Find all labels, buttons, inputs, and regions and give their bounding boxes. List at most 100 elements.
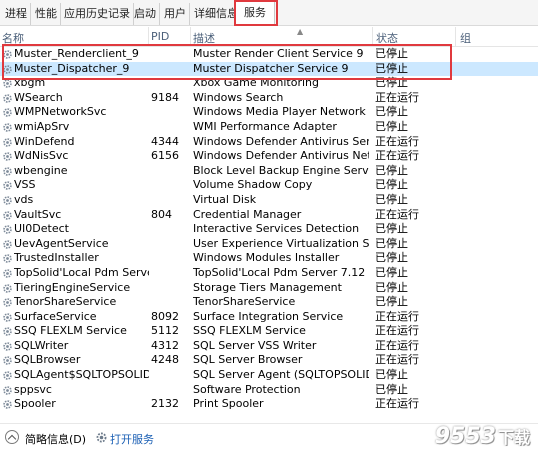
service-status: 已停止 xyxy=(375,61,408,75)
service-description: TopSolid'Local Pdm Server 7.12 xyxy=(193,265,366,279)
gear-icon xyxy=(3,298,12,307)
table-row[interactable]: Spooler 2132 Print Spooler 正在运行 xyxy=(0,397,538,412)
brief-details-button[interactable]: 简略信息(D) xyxy=(25,431,86,447)
service-status: 正在运行 xyxy=(375,149,419,163)
table-row[interactable]: TieringEngineService Storage Tiers Manage… xyxy=(0,281,538,296)
table-row[interactable]: wbengine Block Level Backup Engine Servic… xyxy=(0,164,538,179)
table-row[interactable]: SQLAgent$SQLTOPSOLID SQL Server Agent (SQ… xyxy=(0,368,538,383)
service-name: wbengine xyxy=(14,163,68,177)
service-description: Virtual Disk xyxy=(193,192,257,206)
column-divider[interactable] xyxy=(372,27,373,47)
table-row[interactable]: TopSolid'Local Pdm Serve... TopSolid'Loca… xyxy=(0,266,538,281)
gear-icon xyxy=(3,239,12,249)
gear-icon xyxy=(3,269,12,278)
gear-icon xyxy=(96,432,107,443)
table-row[interactable]: WMPNetworkSvc Windows Media Player Networ… xyxy=(0,105,538,120)
service-name: WdNisSvc xyxy=(14,149,69,163)
column-divider[interactable] xyxy=(190,27,191,47)
table-row[interactable]: SQLBrowser 4248 SQL Server Browser 正在运行 xyxy=(0,353,538,368)
table-row[interactable]: Muster_Renderclient_9 Muster Render Clien… xyxy=(0,47,538,62)
gear-icon xyxy=(3,79,12,88)
service-status: 已停止 xyxy=(375,251,408,265)
tab-startup[interactable]: 启动 xyxy=(131,3,160,25)
chevron-up-icon[interactable] xyxy=(5,430,19,444)
service-description: Muster Dispatcher Service 9 xyxy=(193,61,349,75)
service-description: Interactive Services Detection xyxy=(193,222,360,236)
service-name: vds xyxy=(14,192,34,206)
table-row[interactable]: VaultSvc 804 Credential Manager 正在运行 xyxy=(0,208,538,223)
gear-icon xyxy=(3,50,12,59)
table-row[interactable]: SurfaceService 8092 Surface Integration Se… xyxy=(0,310,538,325)
service-description: SQL Server Agent (SQLTOPSOLID) xyxy=(193,368,369,382)
service-status: 已停止 xyxy=(375,222,408,236)
table-row[interactable]: TenorShareService TenorShareService 已停止 xyxy=(0,295,538,310)
service-name: UI0Detect xyxy=(14,222,69,236)
gear-icon xyxy=(3,181,12,191)
service-description: Windows Defender Antivirus Netw... xyxy=(193,149,369,163)
service-status: 正在运行 xyxy=(375,338,419,352)
column-divider[interactable] xyxy=(455,27,456,47)
service-name: TenorShareService xyxy=(14,295,117,309)
service-status: 正在运行 xyxy=(375,309,419,323)
gear-icon xyxy=(3,327,12,337)
service-name: Muster_Renderclient_9 xyxy=(14,47,139,60)
service-name: WinDefend xyxy=(14,134,75,148)
service-description: Windows Defender Antivirus Service xyxy=(193,134,369,148)
table-row[interactable]: wmiApSrv WMI Performance Adapter 已停止 xyxy=(0,120,538,135)
service-name: wmiApSrv xyxy=(14,119,70,133)
gear-icon xyxy=(3,152,12,161)
table-row[interactable]: xbgm Xbox Game Monitoring 已停止 xyxy=(0,76,538,91)
service-status: 已停止 xyxy=(375,192,408,206)
service-status: 正在运行 xyxy=(375,90,419,104)
table-row[interactable]: WdNisSvc 6156 Windows Defender Antivirus N… xyxy=(0,149,538,164)
column-pid[interactable]: PID xyxy=(151,30,169,43)
tab-app-history[interactable]: 应用历史记录 xyxy=(61,3,134,25)
service-description: Xbox Game Monitoring xyxy=(193,76,319,90)
service-name: SurfaceService xyxy=(14,309,97,323)
gear-icon xyxy=(3,166,12,176)
open-services-link[interactable]: 打开服务 xyxy=(110,431,154,447)
service-name: Muster_Dispatcher_9 xyxy=(14,61,130,75)
table-row[interactable]: TrustedInstaller Windows Modules Installe… xyxy=(0,251,538,266)
service-status: 正在运行 xyxy=(375,324,419,338)
tab-users[interactable]: 用户 xyxy=(161,3,190,25)
gear-icon xyxy=(3,210,12,220)
service-pid: 6156 xyxy=(151,149,179,163)
service-description: SSQ FLEXLM Service xyxy=(193,324,306,338)
tab-processes[interactable]: 进程 xyxy=(2,3,31,25)
service-status: 正在运行 xyxy=(375,397,419,411)
table-row[interactable]: sppsvc Software Protection 已停止 xyxy=(0,383,538,398)
table-row[interactable]: UI0Detect Interactive Services Detection 已… xyxy=(0,222,538,237)
service-pid: 4248 xyxy=(151,353,179,367)
tab-services[interactable]: 服务 xyxy=(235,0,275,26)
table-row[interactable]: WinDefend 4344 Windows Defender Antivirus … xyxy=(0,135,538,150)
service-description: User Experience Virtualization Servi... xyxy=(193,236,369,250)
service-name: sppsvc xyxy=(14,382,52,396)
column-status[interactable]: 状态 xyxy=(376,30,398,46)
column-description[interactable]: 描述 xyxy=(193,30,215,46)
tab-bar: 进程 性能 应用历史记录 启动 用户 详细信息 服务 xyxy=(0,0,538,26)
table-row[interactable]: WSearch 9184 Windows Search 正在运行 xyxy=(0,91,538,106)
column-header: 名称 PID 描述 状态 组 xyxy=(0,27,538,47)
gear-icon xyxy=(3,94,12,103)
service-status: 已停止 xyxy=(375,236,408,250)
service-status: 已停止 xyxy=(375,76,408,90)
gear-icon xyxy=(3,312,12,322)
tab-performance[interactable]: 性能 xyxy=(32,3,61,25)
service-status: 已停止 xyxy=(375,382,408,396)
column-divider[interactable] xyxy=(148,27,149,47)
table-row[interactable]: VSS Volume Shadow Copy 已停止 xyxy=(0,178,538,193)
service-description: SQL Server VSS Writer xyxy=(193,338,317,352)
column-name[interactable]: 名称 xyxy=(2,30,24,46)
service-pid: 5112 xyxy=(151,324,179,338)
table-row[interactable]: UevAgentService User Experience Virtualiz… xyxy=(0,237,538,252)
table-row[interactable]: SQLWriter 4312 SQL Server VSS Writer 正在运行 xyxy=(0,339,538,354)
table-row[interactable]: SSQ FLEXLM Service 5112 SSQ FLEXLM Service… xyxy=(0,324,538,339)
service-pid: 4344 xyxy=(151,134,179,148)
sort-up-icon: ▲ xyxy=(297,27,304,36)
table-row[interactable]: vds Virtual Disk 已停止 xyxy=(0,193,538,208)
column-group[interactable]: 组 xyxy=(460,30,471,46)
service-name: TopSolid'Local Pdm Serve... xyxy=(14,265,149,279)
gear-icon xyxy=(3,400,12,410)
table-row[interactable]: Muster_Dispatcher_9 Muster Dispatcher Ser… xyxy=(0,61,538,77)
